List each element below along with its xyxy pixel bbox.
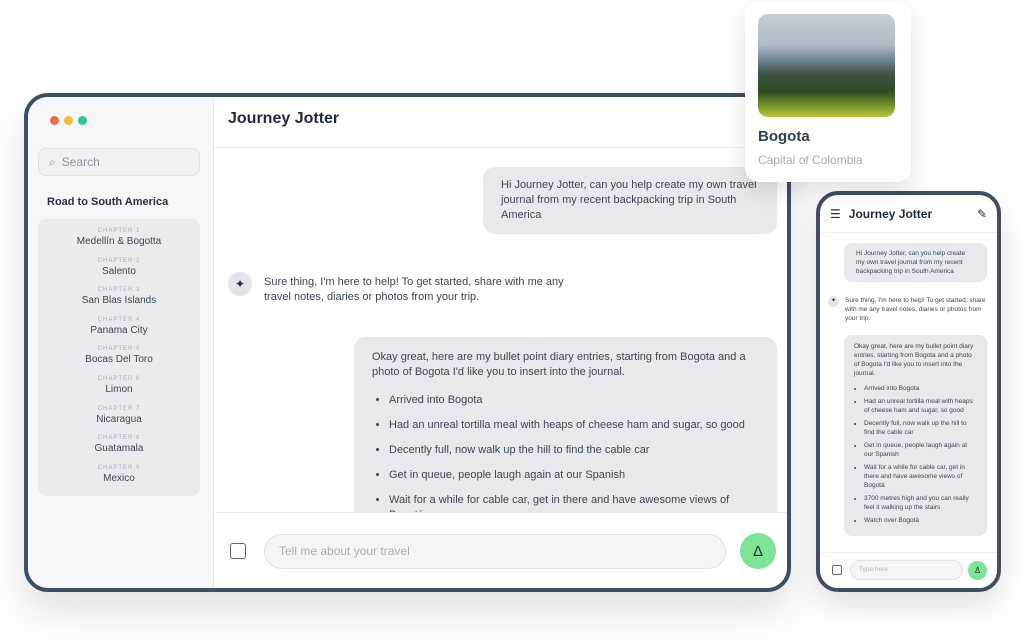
bot-message-text: Sure thing, I'm here to help! To get sta… (264, 276, 564, 303)
chapter-item[interactable]: CHAPTER 2 Salento (38, 258, 200, 288)
window-controls (50, 116, 87, 125)
bot-message-text: Sure thing, I'm here to help! To get sta… (845, 297, 986, 322)
chapter-label: CHAPTER 1 (97, 228, 141, 234)
message-input[interactable]: Tell me about your travel (264, 534, 726, 569)
chapter-item[interactable]: CHAPTER 8 Guatamala (38, 435, 200, 465)
search-icon: ⌕ (49, 154, 56, 169)
list-item: Decently full, now walk up the hill to f… (389, 443, 759, 458)
chapter-item[interactable]: CHAPTER 9 Mexico (38, 465, 200, 495)
chapter-name: Bocas Del Toro (85, 354, 153, 366)
chapter-label: CHAPTER 5 (97, 346, 141, 353)
journal-title: Road to South America (47, 196, 169, 208)
photo-card: Bogota Capital of Colombia (745, 2, 911, 182)
list-item: Get in queue, people laugh again at our … (864, 441, 977, 459)
mobile-header: ☰ Journey Jotter ✎ (820, 195, 997, 233)
chapter-name: San Blas Islands (81, 295, 157, 307)
chat-panel: Journey Jotter Hi Journey Jotter, can yo… (214, 97, 787, 588)
chapter-item[interactable]: CHAPTER 7 Nicaragua (38, 406, 200, 436)
mobile-title: Journey Jotter (848, 206, 933, 221)
mobile-composer: Type here Δ (820, 552, 997, 588)
card-title: Bogota (758, 128, 810, 145)
chapter-item[interactable]: CHAPTER 5 Bocas Del Toro (38, 346, 200, 376)
menu-icon[interactable]: ☰ (830, 207, 841, 221)
mobile-message-input[interactable]: Type here (850, 560, 963, 580)
composer: Tell me about your travel Δ (214, 512, 787, 588)
chapter-name: Panama City (90, 324, 148, 336)
user-message-text: Okay great, here are my bullet point dia… (854, 343, 974, 377)
chapter-label: CHAPTER 4 (97, 316, 141, 323)
chapter-label: CHAPTER 6 (97, 375, 141, 382)
page-title: Journey Jotter (214, 97, 787, 148)
bot-message: ✦ Sure thing, I'm here to help! To get st… (228, 272, 564, 305)
user-message: Hi Journey Jotter, can you help create m… (844, 243, 987, 282)
user-message: Okay great, here are my bullet point dia… (844, 335, 987, 536)
bogota-photo (758, 14, 895, 117)
edit-icon[interactable]: ✎ (977, 207, 987, 221)
chapter-name: Guatamala (94, 443, 144, 455)
chapter-item[interactable]: CHAPTER 4 Panama City (38, 317, 200, 347)
image-upload-icon[interactable] (230, 543, 246, 559)
send-button[interactable]: Δ (968, 561, 987, 580)
list-item: Arrived into Bogota (389, 393, 759, 408)
chapter-item[interactable]: CHAPTER 3 San Blas Islands (38, 287, 200, 317)
chapter-list: CHAPTER 1 Medellín & Bogotta CHAPTER 2 Sal… (38, 219, 200, 496)
sparkle-icon: ✦ (828, 296, 839, 307)
chapter-name: Mexico (103, 472, 135, 484)
chapter-label: CHAPTER 8 (97, 435, 141, 442)
minimize-dot[interactable] (64, 116, 73, 125)
chapter-name: Medellín & Bogotta (76, 236, 162, 247)
chapter-label: CHAPTER 3 (97, 287, 141, 294)
desktop-window: ⌕ Search Road to South America CHAPTER 1 M… (24, 93, 791, 592)
image-upload-icon[interactable] (832, 565, 842, 575)
diary-list: Arrived into Bogota Had an unreal tortil… (389, 393, 759, 523)
user-message: Hi Journey Jotter, can you help create m… (483, 167, 777, 234)
bot-message: ✦ Sure thing, I'm here to help! To get st… (828, 296, 987, 323)
chapter-label: CHAPTER 9 (97, 464, 141, 471)
card-subtitle: Capital of Colombia (758, 153, 863, 167)
user-message-text: Okay great, here are my bullet point dia… (372, 351, 746, 378)
search-placeholder: Search (61, 155, 100, 169)
sparkle-icon: ✦ (228, 272, 252, 296)
chapter-name: Limon (105, 383, 133, 395)
list-item: Wait for a while for cable car, get in t… (864, 463, 977, 490)
chapter-label: CHAPTER 7 (97, 405, 141, 412)
search-input[interactable]: ⌕ Search (38, 148, 200, 176)
send-button[interactable]: Δ (740, 533, 776, 569)
close-dot[interactable] (50, 116, 59, 125)
chapter-item[interactable]: CHAPTER 1 Medellín & Bogotta (38, 228, 200, 258)
mobile-window: ☰ Journey Jotter ✎ Hi Journey Jotter, can … (816, 191, 1001, 592)
list-item: Had an unreal tortilla meal with heaps o… (864, 397, 977, 415)
list-item: Arrived into Bogota (864, 384, 977, 393)
chapter-label: CHAPTER 2 (97, 257, 141, 264)
maximize-dot[interactable] (78, 116, 87, 125)
chapter-name: Nicaragua (96, 413, 142, 425)
user-message: Okay great, here are my bullet point dia… (354, 337, 777, 537)
list-item: Watch over Bogotá (864, 516, 977, 525)
list-item: Decently full, now walk up the hill to f… (864, 419, 977, 437)
list-item: Get in queue, people laugh again at our … (389, 468, 759, 483)
chapter-name: Salento (102, 265, 136, 277)
chapter-item[interactable]: CHAPTER 6 Limon (38, 376, 200, 406)
diary-list: Arrived into Bogota Had an unreal tortil… (864, 384, 977, 525)
sidebar: ⌕ Search Road to South America CHAPTER 1 M… (28, 97, 214, 588)
list-item: 3700 metres high and you can really feel… (864, 494, 977, 512)
list-item: Had an unreal tortilla meal with heaps o… (389, 418, 759, 433)
